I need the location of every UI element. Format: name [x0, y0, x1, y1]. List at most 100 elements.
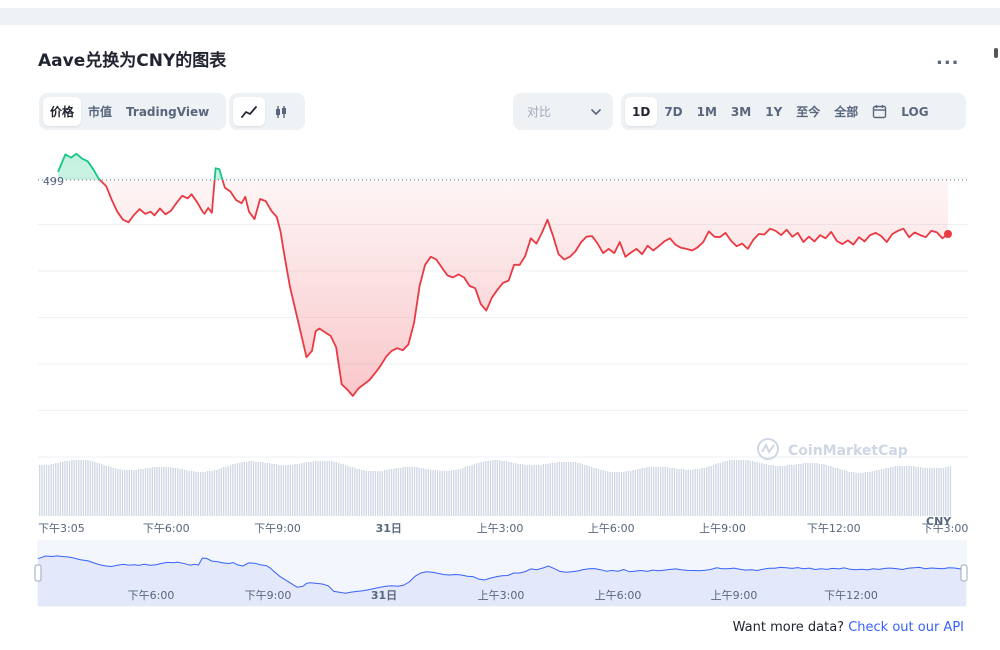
api-link[interactable]: Check out our API: [848, 620, 964, 635]
volume-bar: [165, 467, 167, 516]
tab-price[interactable]: 价格: [43, 97, 82, 126]
volume-bar: [522, 464, 524, 516]
volume-bar: [448, 471, 450, 516]
range-1y[interactable]: 1Y: [758, 97, 789, 126]
volume-bar: [607, 471, 609, 516]
volume-bar: [211, 471, 213, 516]
volume-bar: [940, 468, 942, 516]
volume-bar: [328, 461, 331, 516]
volume-bar: [202, 472, 204, 516]
volume-bar: [294, 464, 296, 516]
volume-bar: [510, 462, 512, 516]
volume-bar: [648, 467, 650, 516]
volume-bar: [814, 463, 816, 516]
volume-bar: [363, 470, 365, 516]
volume-bar: [545, 464, 547, 516]
volume-bar: [660, 467, 662, 516]
tab-market-cap[interactable]: 市值: [81, 97, 119, 126]
volume-bar: [480, 462, 482, 516]
chart-style-tabs: [229, 93, 305, 130]
volume-bar: [457, 469, 459, 516]
time-range-tabs: 1D 7D 1M 3M 1Y 至今 全部 LOG: [621, 93, 966, 130]
volume-bar: [558, 462, 561, 516]
volume-bar: [547, 464, 549, 516]
volume-bar: [45, 465, 48, 516]
volume-bar: [618, 472, 620, 516]
chart-grid: [38, 177, 968, 458]
x-tick-label: 下午3:00: [922, 522, 969, 535]
volume-bar: [885, 468, 887, 516]
navigator-tick-label: 下午12:00: [824, 589, 878, 602]
volume-bar: [377, 471, 379, 516]
volume-bar: [722, 462, 724, 516]
watermark-text: CoinMarketCap: [788, 443, 908, 459]
volume-bar: [324, 461, 326, 516]
volume-bar: [163, 467, 165, 516]
volume-bar: [623, 472, 625, 516]
volume-bar: [807, 463, 809, 516]
volume-bar: [899, 466, 901, 516]
range-7d[interactable]: 7D: [657, 97, 689, 126]
volume-bar: [591, 467, 593, 516]
volume-bar: [791, 465, 793, 516]
navigator-left-handle: [34, 564, 42, 582]
volume-bar: [344, 465, 347, 516]
volume-bar: [719, 463, 722, 516]
volume-bar: [453, 470, 455, 516]
volume-bar: [216, 470, 218, 516]
tab-tradingview[interactable]: TradingView: [119, 97, 216, 126]
line-chart-button[interactable]: [233, 97, 265, 126]
volume-bar: [455, 470, 457, 516]
volume-bar: [434, 470, 436, 516]
volume-bar: [857, 473, 860, 516]
page-scrollbar[interactable]: [994, 40, 1000, 650]
volume-bar: [225, 467, 227, 516]
volume-bar: [140, 469, 142, 516]
volume-bar: [687, 470, 689, 516]
log-scale-button[interactable]: LOG: [894, 97, 935, 126]
volume-bar: [761, 463, 763, 516]
volume-bar: [181, 469, 183, 516]
volume-bar: [936, 468, 938, 516]
range-1m[interactable]: 1M: [690, 97, 724, 126]
range-navigator[interactable]: 下午6:00 下午9:00 31日 上午3:00 上午6:00 上午9:00 下午12:00: [34, 540, 968, 607]
x-axis-ticks: 下午3:05 下午6:00 下午9:00 31日 上午3:00 上午6:00 上午9:00 下…: [38, 522, 968, 535]
volume-bar: [823, 464, 825, 516]
range-all[interactable]: 全部: [827, 97, 865, 126]
volume-bar: [41, 465, 43, 516]
volume-bar: [241, 462, 243, 516]
volume-bar: [577, 463, 579, 516]
volume-bar: [602, 470, 604, 516]
volume-bar: [683, 469, 685, 516]
volume-bar: [108, 466, 110, 516]
volume-bar: [466, 466, 469, 516]
navigator-tick-label: 下午9:00: [245, 589, 292, 602]
volume-bar: [694, 469, 696, 516]
range-1d[interactable]: 1D: [625, 97, 658, 126]
range-3m[interactable]: 3M: [724, 97, 758, 126]
volume-bar: [269, 463, 271, 516]
volume-bar: [354, 468, 356, 516]
volume-bar: [871, 471, 873, 516]
volume-bar: [397, 468, 400, 516]
volume-bar: [167, 467, 170, 516]
volume-bar: [229, 465, 232, 516]
volume-bar: [708, 466, 710, 516]
more-options-button[interactable]: ...: [936, 48, 960, 69]
volume-bar: [531, 465, 533, 516]
volume-bar: [305, 462, 308, 516]
volume-bar: [632, 470, 634, 516]
compare-dropdown[interactable]: 对比: [513, 93, 613, 130]
volume-bar: [186, 470, 188, 516]
calendar-button[interactable]: [865, 97, 894, 126]
volume-bar: [326, 461, 328, 516]
volume-bar: [692, 470, 694, 516]
volume-bar: [66, 461, 68, 516]
volume-bar: [710, 466, 712, 516]
volume-bar: [653, 467, 655, 516]
range-ytd[interactable]: 至今: [789, 97, 827, 126]
volume-bar: [333, 462, 335, 516]
volume-bar: [131, 470, 133, 516]
candlestick-button[interactable]: [265, 97, 297, 126]
volume-bar: [473, 464, 475, 516]
